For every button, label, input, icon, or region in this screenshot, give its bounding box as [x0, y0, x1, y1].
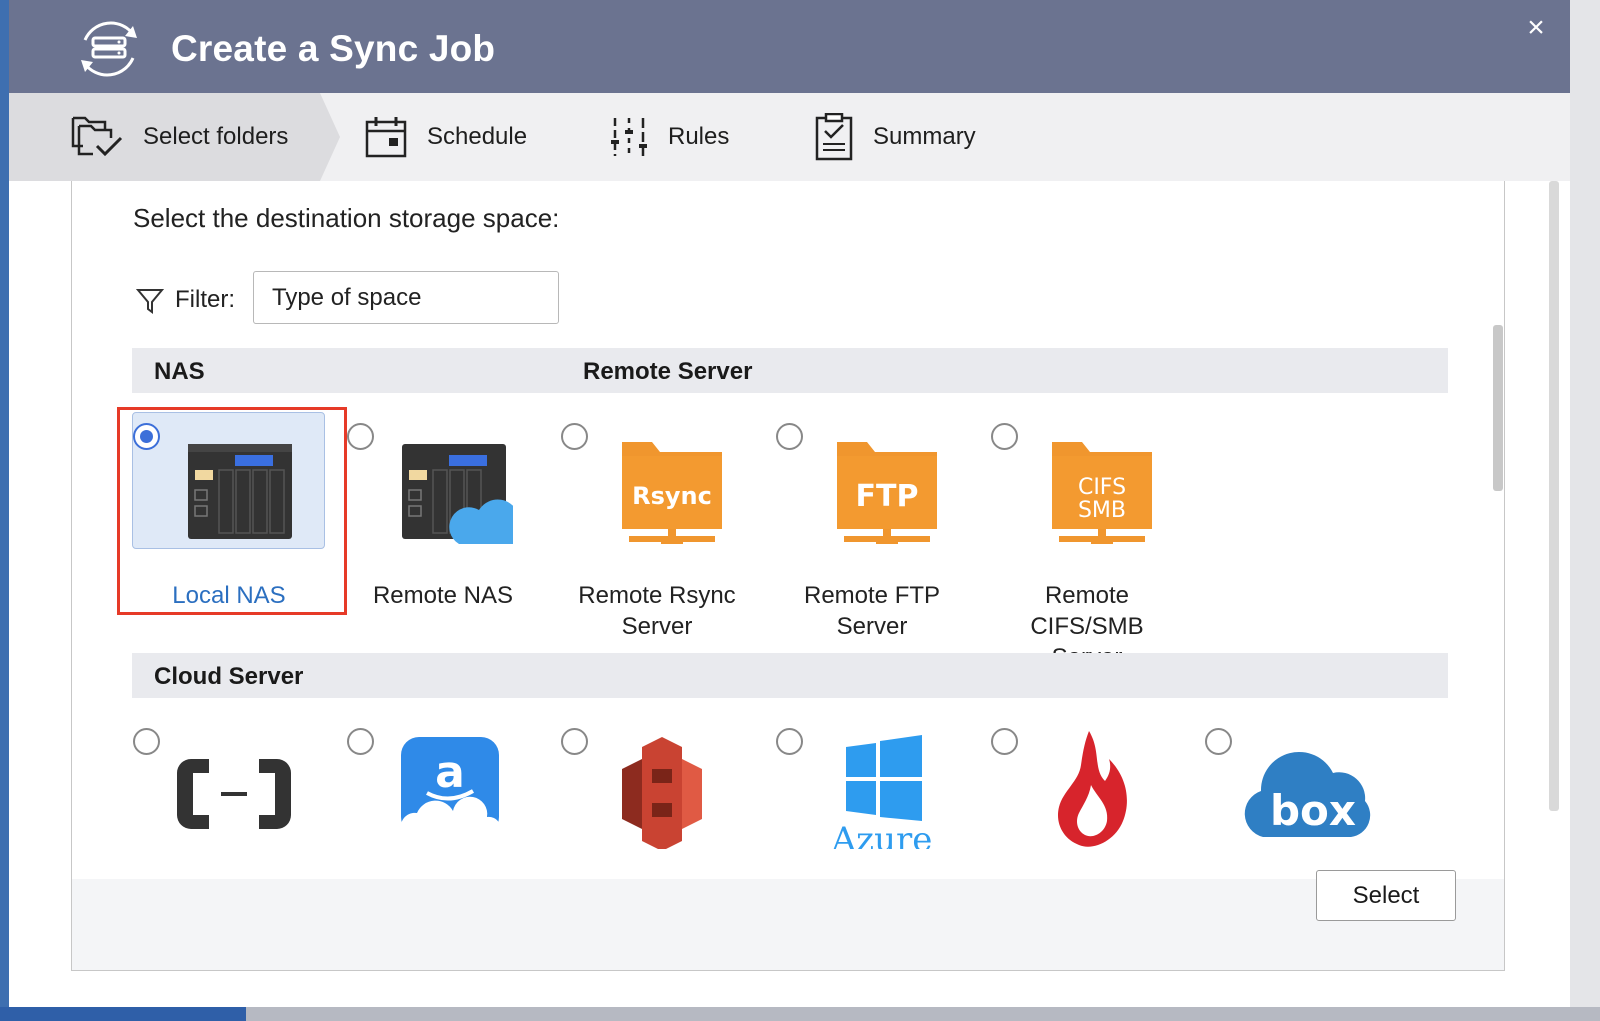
tile-label: Remote Rsync Server [550, 580, 764, 642]
step-rules[interactable]: Rules [610, 93, 729, 181]
step-label: Summary [873, 123, 976, 150]
amazon-drive-icon: a [400, 737, 501, 835]
step-label: Schedule [427, 123, 528, 150]
radio-local-nas[interactable] [133, 423, 160, 450]
group-header-cloud: Cloud Server [132, 653, 1448, 698]
radio-backblaze[interactable] [991, 728, 1018, 755]
tile-amazon-s3[interactable] [550, 717, 764, 849]
step-select-folders[interactable]: Select folders [71, 93, 288, 181]
svg-text:a: a [435, 747, 465, 798]
radio-remote-cifs-smb[interactable] [991, 423, 1018, 450]
backdrop-taskbar [0, 1007, 246, 1021]
azure-wordmark: Azure [831, 820, 933, 849]
box-wordmark: box [1270, 786, 1356, 835]
destination-panel: Select the destination storage space: Fi… [71, 181, 1505, 971]
tile-azure[interactable]: Azure [765, 717, 979, 849]
svg-text:Rsync: Rsync [632, 482, 712, 510]
svg-text:FTP: FTP [856, 479, 919, 514]
tile-label-line: Server [836, 613, 908, 640]
calendar-icon [365, 117, 407, 158]
tile-label-line: CIFS/SMB [1030, 613, 1144, 640]
nas-cloud-icon [402, 444, 513, 544]
ftp-folder-icon: FTP [837, 442, 937, 544]
cifs-smb-folder-icon: CIFS SMB [1052, 442, 1152, 544]
radio-azure[interactable] [776, 728, 803, 755]
panel-scrollbar-thumb[interactable] [1493, 325, 1503, 491]
amazon-s3-icon [622, 737, 702, 849]
radio-box[interactable] [1205, 728, 1232, 755]
backblaze-icon [1057, 731, 1127, 847]
group-label-nas: NAS [154, 358, 205, 385]
tile-alibaba-cloud[interactable] [122, 717, 336, 847]
window-scrollbar[interactable] [1549, 181, 1559, 811]
wizard-steps: Select folders Schedule Rules Summary [9, 93, 1570, 181]
tile-amazon-drive[interactable]: a [336, 717, 550, 847]
azure-icon: Azure [831, 735, 933, 849]
radio-remote-rsync[interactable] [561, 423, 588, 450]
radio-alibaba-cloud[interactable] [133, 728, 160, 755]
step-label: Rules [668, 123, 730, 150]
panel-footer [72, 879, 1504, 970]
radio-amazon-s3[interactable] [561, 728, 588, 755]
clipboard-check-icon [815, 113, 853, 161]
radio-remote-nas[interactable] [347, 423, 374, 450]
nas-device-icon [188, 444, 292, 539]
step-summary[interactable]: Summary [815, 93, 976, 181]
backdrop-left [0, 0, 9, 1021]
radio-amazon-drive[interactable] [347, 728, 374, 755]
tile-label: Remote FTP Server [765, 580, 979, 642]
group-label-cloud-server: Cloud Server [154, 663, 304, 690]
rsync-folder-icon: Rsync [622, 442, 722, 544]
tile-label: Remote NAS [372, 582, 514, 609]
close-icon: × [1527, 11, 1545, 44]
group-label-remote-server: Remote Server [583, 358, 753, 385]
folders-check-icon [71, 116, 123, 157]
tile-label-line: Remote FTP [803, 582, 941, 609]
tile-label-line: Server [980, 642, 1194, 653]
tile-label: Remote CIFS/SMB Server [980, 580, 1194, 653]
close-button[interactable]: × [1524, 13, 1548, 43]
step-label: Select folders [143, 123, 289, 150]
sliders-icon [611, 118, 647, 156]
step-schedule[interactable]: Schedule [365, 93, 527, 181]
svg-text:CIFS: CIFS [1078, 475, 1126, 500]
svg-text:SMB: SMB [1078, 498, 1126, 523]
sync-job-icon [81, 21, 137, 77]
sync-job-dialog: Create a Sync Job × Select folders Sched… [9, 0, 1570, 1007]
tile-backblaze[interactable] [980, 717, 1194, 847]
dialog-titlebar: Create a Sync Job × [9, 0, 1570, 93]
tile-label-line: Remote [1044, 582, 1130, 609]
tile-label: Local NAS [172, 582, 286, 609]
radio-remote-ftp[interactable] [776, 423, 803, 450]
box-icon: box [1244, 751, 1371, 837]
storage-types-top: NAS Remote Server Local NAS Remote NAS R… [72, 181, 1504, 653]
group-header-nas-remote: NAS Remote Server [132, 348, 1448, 393]
alibaba-cloud-icon [177, 759, 291, 829]
tile-box[interactable]: box [1194, 717, 1408, 847]
dialog-title: Create a Sync Job [171, 28, 496, 69]
tile-label-line: Remote Rsync [578, 582, 736, 609]
select-button[interactable]: Select [1316, 870, 1456, 921]
tile-label-line: Server [621, 613, 693, 640]
backdrop-right [1570, 0, 1600, 1021]
